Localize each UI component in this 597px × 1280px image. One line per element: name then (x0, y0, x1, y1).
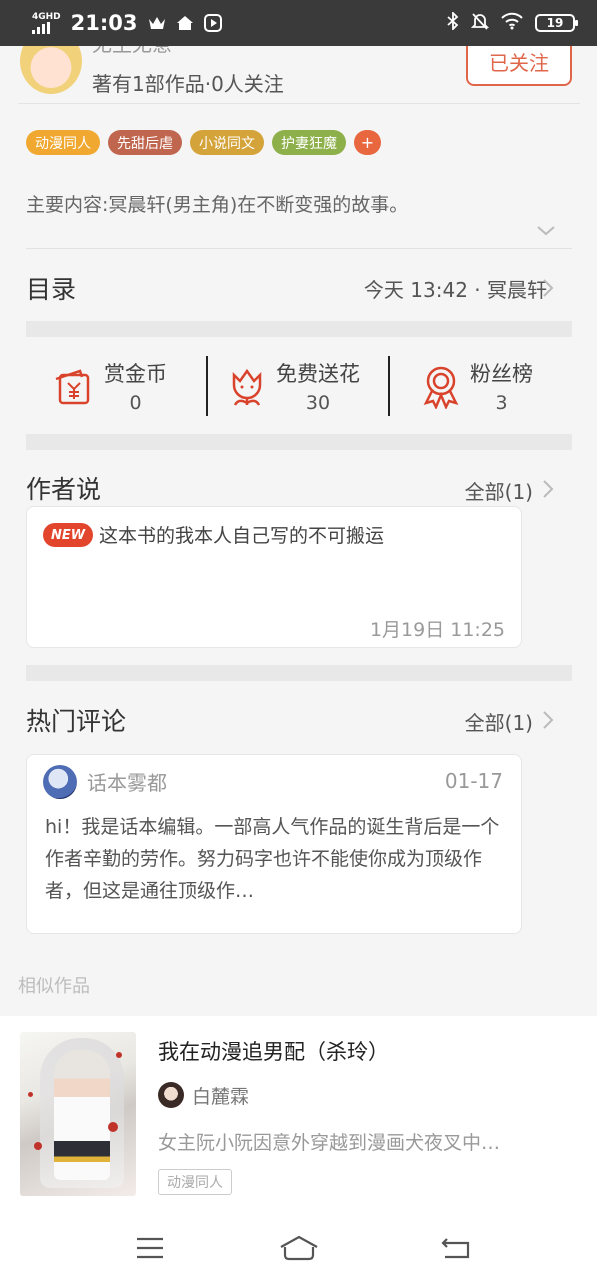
chevron-right-icon[interactable] (542, 479, 554, 503)
section-gap (26, 665, 572, 681)
back-icon[interactable] (436, 1230, 476, 1266)
home-icon[interactable] (278, 1230, 320, 1266)
divider (26, 248, 572, 249)
stat-value: 30 (305, 392, 331, 414)
book-author[interactable]: 白麓霖 (192, 1082, 249, 1109)
stats-row: 赏金币 0 免费送花 30 粉丝榜 3 (26, 346, 572, 426)
network-type: 4GHD (32, 11, 61, 22)
add-tag-button[interactable]: + (354, 130, 381, 155)
book-description: 女主阮小阮因意外穿越到漫画犬夜叉中… (158, 1132, 501, 1154)
wifi-icon (501, 12, 523, 34)
menu-icon[interactable] (130, 1230, 170, 1266)
book-tag[interactable]: 动漫同人 (158, 1169, 232, 1195)
catalog-title[interactable]: 目录 (26, 270, 76, 306)
chevron-down-icon[interactable] (536, 222, 556, 241)
similar-book-item[interactable]: 我在动漫追男配（杀玲） 白麓霖 女主阮小阮因意外穿越到漫画犬夜叉中… 动漫同人 (0, 1016, 597, 1216)
tag-list: 动漫同人 先甜后虐 小说同文 护妻狂魔 + (26, 130, 381, 155)
comment-username[interactable]: 话本雾都 (87, 767, 167, 796)
book-summary: 主要内容:冥晨轩(男主角)在不断变强的故事。 (26, 194, 409, 216)
system-nav-bar (0, 1216, 597, 1280)
avatar (158, 1082, 184, 1108)
divider (388, 356, 390, 416)
signal-icon: 4GHD (32, 11, 61, 34)
hot-comments-title: 热门评论 (26, 707, 127, 736)
section-gap (26, 434, 572, 450)
author-notes-all-link[interactable]: 全部(1) (465, 476, 533, 505)
bluetooth-icon (447, 10, 459, 34)
mute-icon (470, 12, 490, 34)
divider (206, 356, 208, 416)
author-meta: 著有1部作品·0人关注 (92, 72, 284, 96)
comment-date: 01-17 (444, 769, 503, 793)
status-bar: 4GHD 21:03 19 (0, 0, 597, 46)
divider (18, 103, 580, 104)
note-text: 这本书的我本人自己写的不可搬运 (99, 525, 385, 547)
stat-label: 粉丝榜 (470, 362, 533, 386)
comment-text: hi！我是话本编辑。一部高人气作品的诞生背后是一个作者辛勤的劳作。努力码字也许不… (45, 816, 500, 902)
clock: 21:03 (70, 11, 138, 35)
note-time: 1月19日 11:25 (369, 619, 505, 641)
book-cover[interactable] (20, 1032, 136, 1196)
comment-card[interactable]: 话本雾都 01-17 hi！我是话本编辑。一部高人气作品的诞生背后是一个作者辛勤… (26, 754, 522, 934)
stat-label: 免费送花 (276, 362, 360, 386)
free-flower-stat[interactable]: 免费送花 30 (224, 346, 360, 426)
stat-value: 0 (129, 392, 142, 414)
author-note-card[interactable]: NEW 这本书的我本人自己写的不可搬运 1月19日 11:25 (26, 506, 522, 648)
reward-coin-stat[interactable]: 赏金币 0 (52, 346, 167, 426)
reward-icon (55, 369, 90, 405)
tag-chip[interactable]: 护妻狂魔 (272, 130, 346, 155)
flower-icon (232, 368, 262, 406)
author-notes-title: 作者说 (26, 475, 102, 504)
battery-level: 19 (546, 16, 564, 30)
new-badge: NEW (43, 523, 93, 547)
home-icon (176, 14, 194, 32)
medal-icon (423, 366, 459, 409)
catalog-latest[interactable]: 今天 13:42 · 冥晨轩 (364, 274, 547, 303)
chevron-right-icon[interactable] (542, 278, 554, 302)
similar-works-label: 相似作品 (18, 976, 90, 997)
tag-chip[interactable]: 动漫同人 (26, 130, 100, 155)
fan-rank-stat[interactable]: 粉丝榜 3 (418, 346, 533, 426)
stat-label: 赏金币 (104, 362, 167, 386)
book-title[interactable]: 我在动漫追男配（杀玲） (158, 1036, 389, 1066)
hot-comments-all-link[interactable]: 全部(1) (465, 707, 533, 736)
avatar[interactable] (43, 765, 77, 799)
crown-icon (148, 14, 166, 32)
tag-chip[interactable]: 先甜后虐 (108, 130, 182, 155)
play-icon (203, 14, 222, 32)
battery-icon: 19 (535, 14, 578, 32)
section-gap (26, 321, 572, 337)
chevron-right-icon[interactable] (542, 710, 554, 734)
stat-value: 3 (495, 392, 508, 414)
tag-chip[interactable]: 小说同文 (190, 130, 264, 155)
